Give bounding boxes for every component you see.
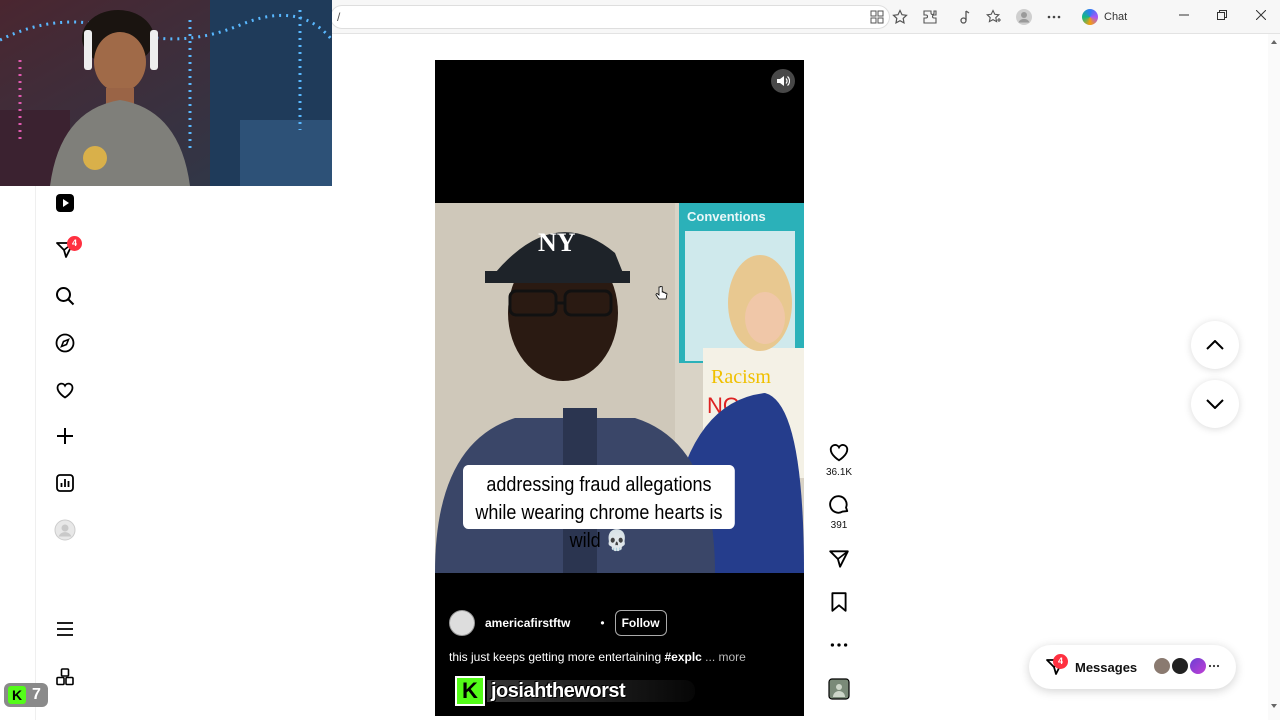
description-text: this just keeps getting more entertainin…	[449, 650, 662, 664]
dashboard-icon[interactable]	[53, 471, 77, 495]
messages-label: Messages	[1075, 659, 1138, 675]
share-action[interactable]	[826, 548, 852, 570]
copilot-chat-button[interactable]: Chat	[1074, 5, 1135, 29]
more-action[interactable]	[826, 634, 852, 656]
media-control-icon[interactable]	[954, 7, 974, 27]
contact-avatar	[1171, 657, 1189, 675]
page-scrollbar[interactable]	[1268, 34, 1280, 720]
reels-icon[interactable]	[53, 191, 77, 215]
hashtag-link[interactable]: #explc	[664, 650, 701, 664]
reel-description: this just keeps getting more entertainin…	[449, 650, 746, 664]
svg-text:Conventions: Conventions	[687, 209, 766, 224]
like-action[interactable]: 36.1K	[826, 441, 852, 478]
comment-count: 391	[830, 520, 848, 531]
like-count: 36.1K	[825, 467, 853, 478]
author-avatar[interactable]	[449, 610, 475, 636]
kick-logo-icon: K	[455, 676, 485, 706]
favorites-icon[interactable]	[984, 7, 1004, 27]
kick-overlay-badge: K 7	[4, 683, 48, 707]
separator-dot: •	[600, 616, 605, 630]
streamer-name: josiahtheworst	[487, 680, 696, 702]
search-icon[interactable]	[53, 284, 77, 308]
contact-avatar	[1189, 657, 1207, 675]
sidebar-divider	[35, 186, 36, 720]
volume-icon[interactable]	[771, 69, 795, 93]
author-username[interactable]: americafirstftw	[485, 616, 570, 630]
video-frame[interactable]: Conventions Racism NO Pl Child NY addres…	[435, 203, 804, 573]
previous-reel-button[interactable]	[1191, 321, 1239, 369]
menu-icon[interactable]	[53, 617, 77, 641]
minimize-icon[interactable]	[1174, 8, 1194, 26]
mouse-cursor-icon	[655, 285, 669, 307]
address-bar[interactable]: /	[330, 5, 890, 29]
bookmark-icon[interactable]	[828, 591, 850, 613]
comment-icon[interactable]	[828, 494, 850, 516]
kick-logo-icon: K	[8, 686, 26, 704]
share-icon[interactable]	[828, 548, 850, 570]
profile-icon[interactable]	[1014, 7, 1034, 27]
more-options-icon[interactable]	[1044, 7, 1064, 27]
audio-cover-icon[interactable]	[828, 678, 850, 700]
chevron-down-icon	[1206, 399, 1224, 409]
video-caption: addressing fraud allegations while weari…	[463, 465, 735, 552]
audio-thumbnail[interactable]	[826, 678, 852, 700]
more-link[interactable]: ... more	[705, 650, 746, 664]
svg-text:Racism: Racism	[711, 366, 771, 388]
app-available-icon[interactable]	[867, 7, 887, 27]
webcam-overlay	[0, 0, 332, 186]
also-from-meta-icon[interactable]	[53, 665, 77, 689]
close-icon[interactable]	[1251, 8, 1271, 26]
streamer-name-overlay: K josiahtheworst	[455, 675, 735, 707]
reel-player[interactable]: Conventions Racism NO Pl Child NY addres…	[435, 60, 804, 716]
extensions-icon[interactable]	[920, 7, 940, 27]
heart-icon[interactable]	[53, 378, 77, 402]
comment-action[interactable]: 391	[826, 494, 852, 531]
copilot-icon	[1082, 9, 1098, 25]
kick-count: 7	[32, 686, 41, 703]
profile-avatar[interactable]	[53, 518, 77, 542]
svg-text:NY: NY	[538, 228, 576, 257]
contact-avatar	[1153, 657, 1171, 675]
follow-button[interactable]: Follow	[614, 610, 667, 636]
notification-badge: 4	[67, 236, 82, 251]
more-contacts-icon	[1208, 659, 1220, 677]
chat-label: Chat	[1104, 11, 1128, 23]
reel-author-row: americafirstftw • Follow	[449, 610, 667, 636]
like-heart-icon[interactable]	[828, 441, 850, 463]
save-action[interactable]	[826, 591, 852, 613]
create-icon[interactable]	[53, 424, 77, 448]
favorite-star-icon[interactable]	[890, 7, 910, 27]
explore-icon[interactable]	[53, 331, 77, 355]
address-text: /	[337, 10, 341, 24]
chevron-up-icon	[1206, 340, 1224, 350]
messages-badge: 4	[1053, 654, 1068, 669]
more-dots-icon[interactable]	[828, 634, 850, 656]
restore-icon[interactable]	[1212, 8, 1232, 26]
next-reel-button[interactable]	[1191, 380, 1239, 428]
